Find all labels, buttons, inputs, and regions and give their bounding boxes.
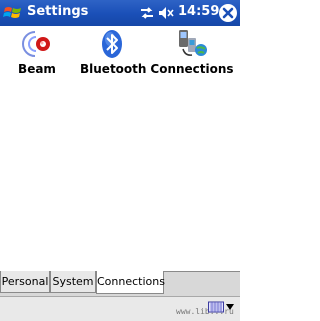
windows-start-icon[interactable] <box>3 3 23 23</box>
bluetooth-label: Bluetooth <box>80 62 147 76</box>
beam-label: Beam <box>18 62 56 76</box>
bluetooth-icon <box>102 30 122 58</box>
connections-tile[interactable]: Connections <box>150 28 234 76</box>
tab-connections[interactable]: Connections <box>96 271 165 294</box>
title-bar: Settings 14:59 <box>0 0 240 26</box>
menu-bar: www.lib...ru <box>0 296 240 321</box>
connections-label: Connections <box>150 62 234 76</box>
bluetooth-tile[interactable]: Bluetooth <box>80 28 147 76</box>
tab-system[interactable]: System <box>50 271 96 293</box>
keyboard-icon[interactable] <box>208 300 224 314</box>
volume-icon[interactable] <box>158 5 174 21</box>
beam-icon <box>22 31 50 57</box>
clock[interactable]: 14:59 <box>178 4 219 19</box>
connectivity-icon[interactable] <box>139 5 155 21</box>
tab-strip: Personal System Connections <box>0 271 240 296</box>
close-icon[interactable] <box>218 3 238 23</box>
tab-personal[interactable]: Personal <box>0 271 50 293</box>
connections-icon <box>179 30 207 56</box>
beam-tile[interactable]: Beam <box>10 28 64 76</box>
window-title: Settings <box>27 4 89 19</box>
input-menu-arrow-icon[interactable] <box>226 304 234 310</box>
